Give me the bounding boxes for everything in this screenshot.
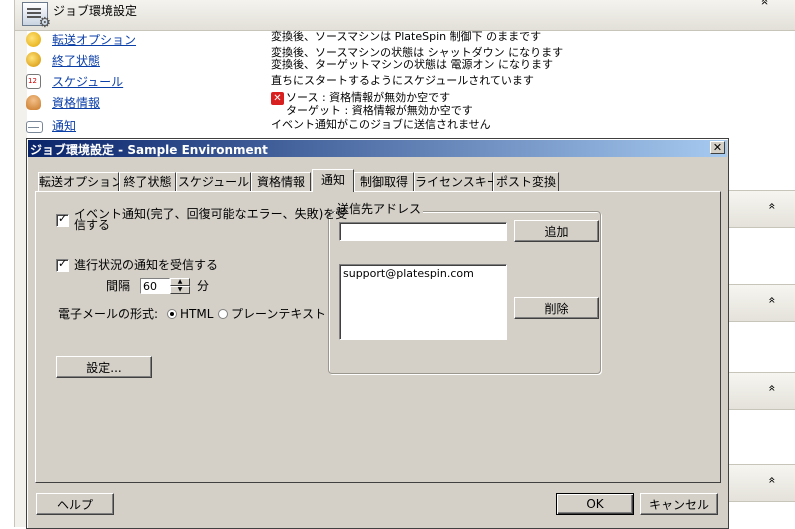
email-format-label: 電子メールの形式:: [58, 307, 159, 321]
event-notification-label: イベント通知(完了、回復可能なエラー、失敗)を受 信する: [74, 207, 348, 232]
dialog-title: ジョブ環境設定 - Sample Environment: [30, 143, 268, 157]
spin-down-icon[interactable]: ▼: [170, 286, 190, 294]
progress-notification-label: 進行状況の通知を受信する: [74, 258, 219, 272]
notify-link[interactable]: 通知: [52, 117, 76, 134]
credentials-icon: [26, 95, 41, 110]
format-plain-label: プレーンテキスト: [231, 307, 327, 321]
collapse-icon[interactable]: »: [757, 0, 772, 5]
tab-credentials[interactable]: 資格情報: [251, 172, 311, 191]
job-settings-dialog: ジョブ環境設定 - Sample Environment ✕ 転送オプション 終…: [26, 138, 729, 529]
help-button[interactable]: ヘルプ: [36, 493, 114, 515]
add-address-button[interactable]: 追加: [514, 220, 599, 242]
transfer-options-link[interactable]: 転送オプション: [52, 31, 136, 48]
settings-button[interactable]: 設定...: [56, 356, 152, 378]
collapse-icon[interactable]: »: [764, 384, 778, 391]
end-state-value: 変換後、ソースマシンの状態は シャットダウン になります 変換後、ターゲットマシ…: [271, 47, 563, 71]
end-state-value-line: 変換後、ターゲットマシンの状態は 電源オン になります: [271, 58, 553, 71]
event-notification-line: 信する: [74, 218, 111, 232]
transfer-options-icon: [26, 32, 41, 47]
list-item[interactable]: support@platespin.com: [343, 267, 503, 280]
tab-end-state[interactable]: 終了状態: [119, 172, 176, 191]
tab-transfer-options[interactable]: 転送オプション: [38, 172, 123, 191]
close-icon: ✕: [712, 142, 723, 154]
format-html-label: HTML: [180, 307, 214, 321]
end-state-icon: [26, 52, 41, 67]
summary-row-credentials: 資格情報 ✕ ソース : 資格情報が無効か空です ターゲット : 資格情報が無効か…: [26, 92, 786, 117]
summary-row-end-state: 終了状態 変換後、ソースマシンの状態は シャットダウン になります 変換後、ター…: [26, 47, 786, 71]
delete-address-button[interactable]: 削除: [514, 297, 599, 319]
summary-row-notify: 通知 イベント通知がこのジョブに送信されません: [26, 116, 786, 136]
credentials-link[interactable]: 資格情報: [52, 94, 100, 111]
end-state-link[interactable]: 終了状態: [52, 52, 100, 69]
tab-take-control[interactable]: 制御取得: [354, 172, 414, 191]
spin-up-icon[interactable]: ▲: [170, 278, 190, 286]
schedule-value-line: 直ちにスタートするようにスケジュールされています: [271, 74, 534, 87]
tab-notification[interactable]: 通知: [312, 169, 354, 192]
collapse-icon[interactable]: »: [764, 296, 778, 303]
close-button[interactable]: ✕: [710, 141, 725, 154]
summary-title: ジョブ環境設定: [53, 4, 138, 18]
calendar-icon: [26, 74, 41, 89]
interval-unit: 分: [197, 279, 210, 293]
recipients-legend: 送信先アドレス: [335, 202, 424, 216]
cancel-button[interactable]: キャンセル: [640, 493, 718, 515]
address-input[interactable]: [339, 222, 507, 241]
side-panel-3: »: [725, 372, 795, 410]
progress-notification-checkbox[interactable]: [56, 257, 69, 272]
envelope-icon: [26, 121, 43, 133]
side-panel-4: »: [725, 464, 795, 502]
summary-row-schedule: スケジュール 直ちにスタートするようにスケジュールされています: [26, 72, 786, 92]
tab-schedule[interactable]: スケジュール: [176, 172, 251, 191]
event-notification-line: イベント通知(完了、回復可能なエラー、失敗)を受: [74, 207, 348, 221]
event-notification-checkbox[interactable]: [56, 212, 69, 227]
tab-license-key[interactable]: ライセンスキー: [414, 172, 499, 191]
notify-value-line: イベント通知がこのジョブに送信されません: [271, 118, 491, 131]
collapse-icon[interactable]: »: [764, 202, 778, 209]
credentials-value-line: ソース : 資格情報が無効か空です: [286, 91, 451, 104]
transfer-options-value: 変換後、ソースマシンは PlateSpin 制御下 のままです: [271, 31, 541, 43]
credentials-value: ✕ ソース : 資格情報が無効か空です ターゲット : 資格情報が無効か空です: [271, 92, 473, 117]
collapse-icon[interactable]: »: [764, 476, 778, 483]
side-panel-1: »: [725, 190, 795, 228]
ok-button[interactable]: OK: [556, 493, 634, 515]
notify-value: イベント通知がこのジョブに送信されません: [271, 119, 491, 131]
recipient-list[interactable]: support@platespin.com: [339, 264, 507, 340]
side-panel-2: »: [725, 284, 795, 322]
schedule-link[interactable]: スケジュール: [52, 73, 123, 90]
interval-label: 間隔: [106, 279, 131, 293]
transfer-value-line: 変換後、ソースマシンは PlateSpin 制御下 のままです: [271, 30, 542, 43]
job-settings-icon: [22, 2, 51, 31]
interval-spinner[interactable]: ▲ ▼: [170, 278, 190, 294]
tab-post-conversion[interactable]: ポスト変換: [493, 172, 559, 191]
dialog-titlebar[interactable]: ジョブ環境設定 - Sample Environment ✕: [28, 140, 727, 157]
format-plain-radio[interactable]: [218, 309, 228, 319]
interval-input[interactable]: [140, 278, 170, 294]
format-html-radio[interactable]: [167, 309, 177, 319]
schedule-value: 直ちにスタートするようにスケジュールされています: [271, 75, 534, 87]
